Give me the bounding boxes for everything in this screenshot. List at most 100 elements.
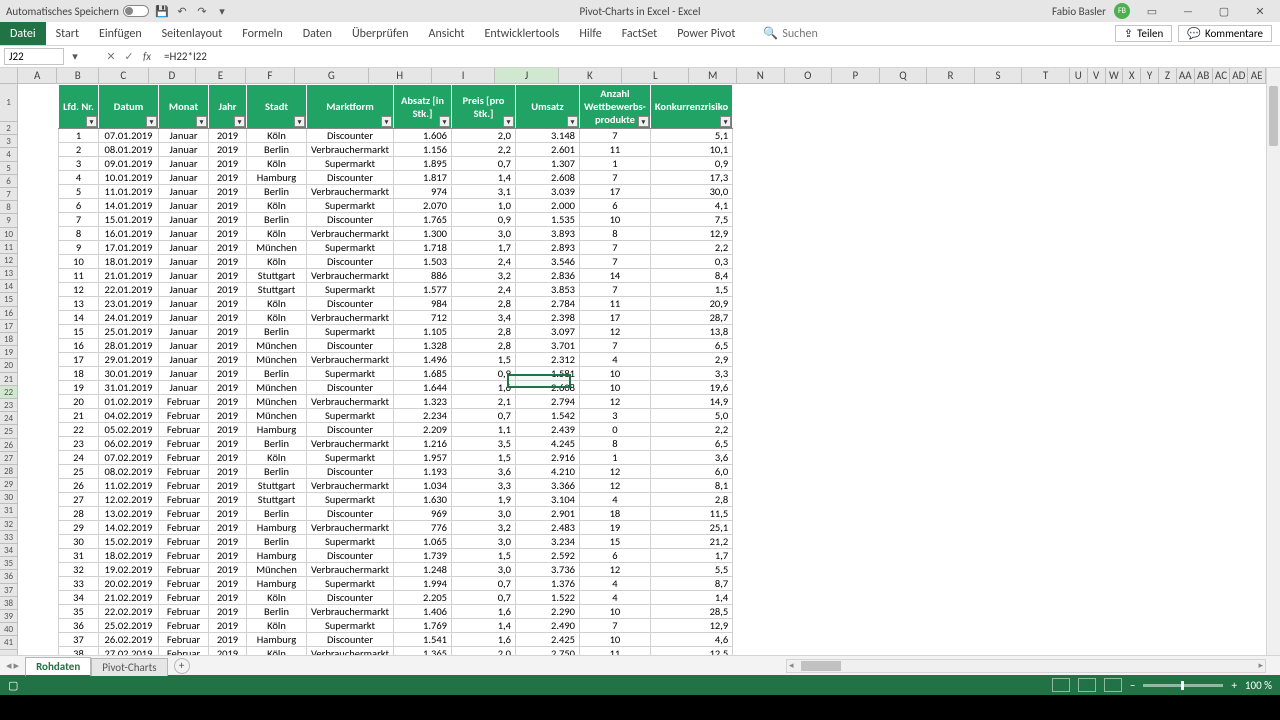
table-row[interactable]: 2306.02.2019Februar2019BerlinVerbraucher…: [59, 437, 733, 451]
table-row[interactable]: 1018.01.2019Januar2019KölnDiscounter1.50…: [59, 255, 733, 269]
filter-dropdown-icon[interactable]: ▾: [196, 116, 207, 127]
cell[interactable]: 2019: [209, 479, 247, 493]
filter-dropdown-icon[interactable]: ▾: [503, 116, 514, 127]
filter-dropdown-icon[interactable]: ▾: [638, 116, 649, 127]
cell[interactable]: Berlin: [247, 465, 307, 479]
row-header-34[interactable]: 34: [0, 544, 17, 557]
cell[interactable]: 14,9: [650, 395, 732, 409]
cell[interactable]: 2019: [209, 619, 247, 633]
cell[interactable]: 3,2: [452, 269, 516, 283]
cell[interactable]: 1,5: [650, 283, 732, 297]
cell[interactable]: 17: [59, 353, 99, 367]
cell[interactable]: 15.02.2019: [99, 535, 159, 549]
cell[interactable]: 2019: [209, 465, 247, 479]
cell[interactable]: 13.02.2019: [99, 507, 159, 521]
cell[interactable]: Januar: [159, 129, 209, 143]
cell[interactable]: 2019: [209, 325, 247, 339]
cell[interactable]: 1.606: [394, 129, 452, 143]
col-header-cell[interactable]: Umsatz▾: [516, 85, 580, 129]
row-header-19[interactable]: 19: [0, 346, 17, 359]
cell[interactable]: München: [247, 241, 307, 255]
cell[interactable]: Februar: [159, 535, 209, 549]
cell[interactable]: 18.02.2019: [99, 549, 159, 563]
cell[interactable]: 2.592: [516, 549, 580, 563]
cell[interactable]: 1.503: [394, 255, 452, 269]
table-row[interactable]: 1931.01.2019Januar2019MünchenDiscounter1…: [59, 381, 733, 395]
cell[interactable]: 4: [580, 353, 651, 367]
cell[interactable]: 10: [580, 633, 651, 647]
cell[interactable]: 17: [580, 311, 651, 325]
row-header-26[interactable]: 26: [0, 439, 17, 452]
row-header-11[interactable]: 11: [0, 241, 17, 254]
cell[interactable]: 1.034: [394, 479, 452, 493]
cell[interactable]: 21,2: [650, 535, 732, 549]
cell[interactable]: Discounter: [307, 549, 394, 563]
undo-icon[interactable]: ↶: [175, 4, 189, 18]
accept-formula-icon[interactable]: ✓: [120, 50, 138, 63]
table-row[interactable]: 1222.01.2019Januar2019StuttgartSupermark…: [59, 283, 733, 297]
table-row[interactable]: 715.01.2019Januar2019BerlinDiscounter1.7…: [59, 213, 733, 227]
table-row[interactable]: 2914.02.2019Februar2019HamburgVerbrauche…: [59, 521, 733, 535]
cell[interactable]: 3.148: [516, 129, 580, 143]
col-header-AC[interactable]: AC: [1213, 68, 1231, 83]
cell[interactable]: 3,0: [452, 507, 516, 521]
cell[interactable]: 1.376: [516, 577, 580, 591]
cell[interactable]: Februar: [159, 633, 209, 647]
cell[interactable]: 2,8: [452, 325, 516, 339]
cell[interactable]: 1.581: [516, 367, 580, 381]
cell[interactable]: 22.02.2019: [99, 605, 159, 619]
cell[interactable]: Köln: [247, 591, 307, 605]
cell[interactable]: Discounter: [307, 129, 394, 143]
table-row[interactable]: 3522.02.2019Februar2019BerlinVerbraucher…: [59, 605, 733, 619]
cell[interactable]: 2019: [209, 423, 247, 437]
cell[interactable]: 37: [59, 633, 99, 647]
cell[interactable]: 12: [580, 325, 651, 339]
cell[interactable]: 4: [59, 171, 99, 185]
cell[interactable]: 0,9: [452, 213, 516, 227]
col-header-E[interactable]: E: [196, 68, 246, 83]
cell[interactable]: 20,9: [650, 297, 732, 311]
tab-power pivot[interactable]: Power Pivot: [667, 22, 745, 45]
cell[interactable]: Berlin: [247, 213, 307, 227]
row-header-30[interactable]: 30: [0, 491, 17, 504]
cell[interactable]: 21.02.2019: [99, 591, 159, 605]
fx-icon[interactable]: fx: [138, 50, 156, 63]
vertical-scrollbar[interactable]: [1266, 68, 1280, 655]
row-header-3[interactable]: 3: [0, 135, 17, 148]
cell[interactable]: Supermarkt: [307, 367, 394, 381]
cell[interactable]: 2,9: [650, 353, 732, 367]
tab-ansicht[interactable]: Ansicht: [419, 22, 475, 45]
cell[interactable]: München: [247, 339, 307, 353]
table-row[interactable]: 1424.01.2019Januar2019KölnVerbrauchermar…: [59, 311, 733, 325]
cell[interactable]: München: [247, 563, 307, 577]
cell[interactable]: 28.01.2019: [99, 339, 159, 353]
cell[interactable]: 12: [580, 465, 651, 479]
cell[interactable]: 30.01.2019: [99, 367, 159, 381]
avatar[interactable]: FB: [1114, 3, 1130, 19]
tab-file[interactable]: Datei: [0, 22, 46, 45]
cell[interactable]: Januar: [159, 143, 209, 157]
cell[interactable]: 3.039: [516, 185, 580, 199]
table-row[interactable]: 3827.02.2019Februar2019KölnVerbraucherma…: [59, 647, 733, 656]
table-row[interactable]: 3015.02.2019Februar2019BerlinSupermarkt1…: [59, 535, 733, 549]
cell[interactable]: 2019: [209, 577, 247, 591]
cell[interactable]: 2,4: [452, 255, 516, 269]
cell[interactable]: Berlin: [247, 143, 307, 157]
cell[interactable]: 2019: [209, 269, 247, 283]
cell[interactable]: 1.994: [394, 577, 452, 591]
cell[interactable]: 984: [394, 297, 452, 311]
cell[interactable]: 28: [59, 507, 99, 521]
cell[interactable]: 0,9: [452, 367, 516, 381]
cell[interactable]: Februar: [159, 563, 209, 577]
cell[interactable]: 2019: [209, 395, 247, 409]
cell[interactable]: 1.307: [516, 157, 580, 171]
cell[interactable]: 7: [580, 255, 651, 269]
cell[interactable]: 35: [59, 605, 99, 619]
row-header-25[interactable]: 25: [0, 425, 17, 438]
cell[interactable]: Verbrauchermarkt: [307, 647, 394, 656]
cell[interactable]: 6: [580, 199, 651, 213]
cell[interactable]: 25,1: [650, 521, 732, 535]
cell[interactable]: 1.577: [394, 283, 452, 297]
cell[interactable]: 12,9: [650, 227, 732, 241]
close-icon[interactable]: ✕: [1246, 5, 1274, 18]
